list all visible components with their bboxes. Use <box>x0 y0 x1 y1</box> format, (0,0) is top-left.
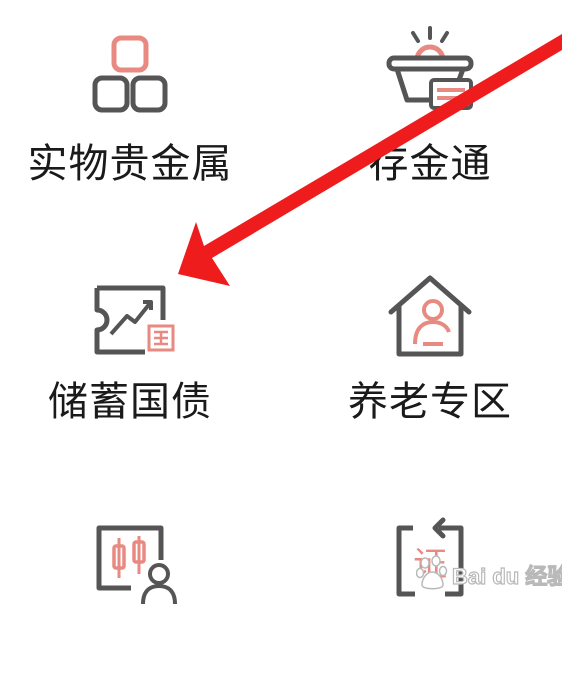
gold-bowl-card-icon <box>386 26 474 110</box>
tile-label: 存金通 <box>368 141 492 187</box>
baidu-watermark: Bai du 经验 <box>416 553 562 593</box>
national-bond-ticket-icon <box>94 285 175 355</box>
watermark-text: Bai du 经验 <box>451 563 562 589</box>
tile-physical-precious-metals[interactable]: 实物贵金属 <box>0 0 260 210</box>
gold-bars-icon <box>92 35 168 113</box>
fund-advisor-icon <box>96 525 177 605</box>
tile-gold-deposit[interactable]: 存金通 <box>300 0 560 210</box>
paw-logo-icon <box>416 555 448 590</box>
pension-house-icon <box>388 275 472 357</box>
tile-label: 实物贵金属 <box>27 141 233 187</box>
tile-fund-advisor[interactable] <box>0 486 260 696</box>
tile-label: 储蓄国债 <box>48 379 212 425</box>
service-grid: 实物贵金属 存金通 储蓄国债 养老专区 证 <box>0 0 562 609</box>
tile-savings-bonds[interactable]: 储蓄国债 <box>0 244 260 454</box>
tile-label: 养老专区 <box>348 379 512 425</box>
tile-pension-zone[interactable]: 养老专区 <box>300 244 560 454</box>
